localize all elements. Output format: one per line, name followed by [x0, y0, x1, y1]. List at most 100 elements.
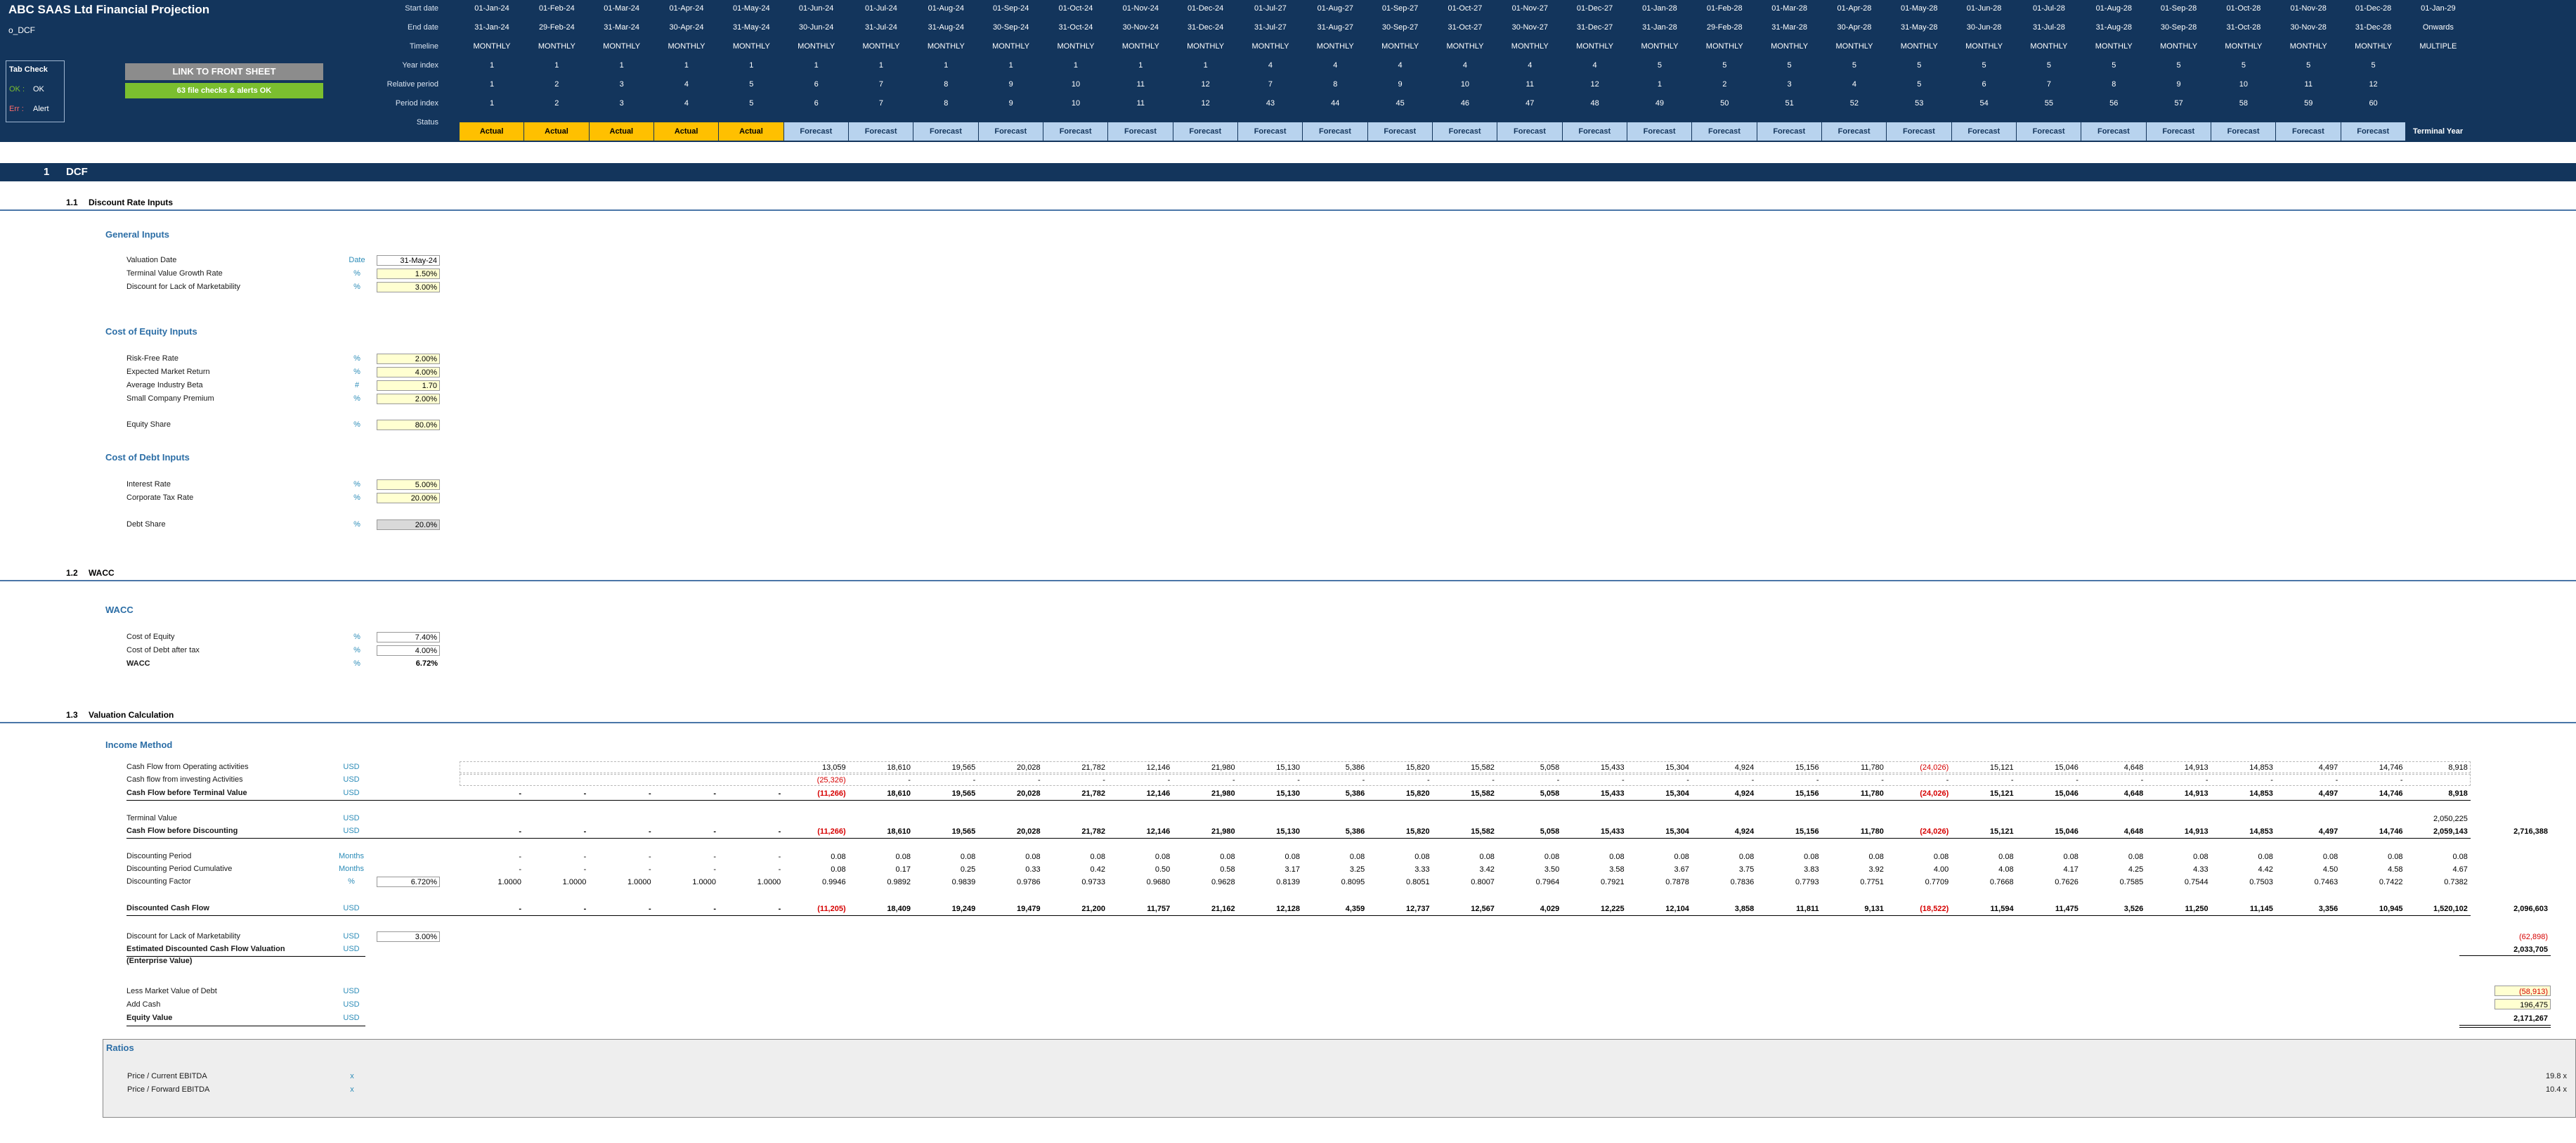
- status-cell: Forecast: [1562, 122, 1627, 141]
- relative-period-cell: 10: [1460, 80, 1470, 89]
- table-cell: 15,130: [1276, 763, 1300, 772]
- table-cell: 15,820: [1405, 827, 1430, 836]
- table-cell: 14,853: [2249, 763, 2273, 772]
- file-checks-status-button[interactable]: 63 file checks & alerts OK: [125, 83, 323, 98]
- tab-check-alert: Alert: [33, 105, 49, 113]
- table-cell: -: [1037, 776, 1041, 784]
- end-date-cell: 30-Apr-24: [669, 23, 704, 32]
- tab-check-ok-prefix: OK :: [9, 85, 25, 93]
- table-cell: 0.7626: [2055, 878, 2079, 886]
- subsection-number: 1.2: [66, 568, 78, 578]
- relative-period-cell: 9: [1008, 80, 1013, 89]
- table-cell: 15,582: [1471, 763, 1495, 772]
- tab-check-box: Tab Check OK : OK Err : Alert: [6, 60, 65, 122]
- link-to-front-sheet-button[interactable]: LINK TO FRONT SHEET: [125, 63, 323, 80]
- input-value-field[interactable]: 4.00%: [377, 645, 440, 656]
- relative-period-cell: 10: [2239, 80, 2249, 89]
- table-cell: 15,130: [1276, 789, 1300, 798]
- table-cell: 12,146: [1146, 827, 1171, 836]
- row-label: Less Market Value of Debt: [126, 987, 217, 995]
- unit-label: USD: [343, 763, 360, 771]
- table-cell: 0.08: [1933, 853, 1949, 861]
- timeline-type-cell: MONTHLY: [992, 42, 1030, 51]
- table-cell: 14,913: [2184, 763, 2209, 772]
- table-cell: 0.9680: [1146, 878, 1171, 886]
- unit-label: %: [353, 493, 360, 502]
- end-date-cell: 30-Jun-24: [798, 23, 834, 32]
- end-date-cell: 31-May-24: [733, 23, 770, 32]
- table-cell: 15,582: [1471, 789, 1495, 798]
- workbook-title: ABC SAAS Ltd Financial Projection: [8, 3, 210, 16]
- timeline-type-cell: MONTHLY: [2355, 42, 2393, 51]
- row-divider: [126, 915, 2471, 916]
- table-cell: 4,648: [2123, 763, 2144, 772]
- table-cell: 0.25: [960, 865, 976, 874]
- group-title: Ratios: [106, 1042, 134, 1053]
- table-cell: 0.08: [960, 853, 976, 861]
- timeline-type-cell: MONTHLY: [1641, 42, 1679, 51]
- table-cell: -: [648, 789, 651, 798]
- year-index-cell: 4: [1398, 61, 1403, 70]
- table-cell: 15,304: [1665, 763, 1689, 772]
- unit-label: USD: [343, 945, 360, 953]
- input-value-field[interactable]: 2.00%: [377, 394, 440, 404]
- start-date-cell: 01-Mar-24: [604, 4, 640, 13]
- table-cell: 0.08: [1998, 853, 2014, 861]
- input-value-field[interactable]: 1.70: [377, 380, 440, 391]
- input-value-field[interactable]: 1.50%: [377, 269, 440, 279]
- table-cell: 4.67: [2452, 865, 2468, 874]
- table-cell: 3.58: [1609, 865, 1625, 874]
- group-title: Cost of Debt Inputs: [105, 452, 190, 463]
- input-value-field[interactable]: 2.00%: [377, 354, 440, 364]
- input-value-field[interactable]: 5.00%: [377, 479, 440, 490]
- year-index-cell: 1: [1073, 61, 1079, 70]
- table-cell: -: [778, 853, 781, 861]
- period-index-cell: 2: [554, 99, 559, 108]
- table-cell: 1.0000: [562, 878, 587, 886]
- end-date-cell: 31-Mar-28: [1771, 23, 1807, 32]
- relative-period-cell: 11: [1136, 80, 1145, 89]
- table-cell: 12,146: [1146, 789, 1171, 798]
- unit-label: %: [353, 394, 360, 403]
- start-date-cell: 01-Jun-28: [1966, 4, 2002, 13]
- status-cell: Actual: [460, 122, 524, 141]
- input-value-field[interactable]: 7.40%: [377, 632, 440, 642]
- input-value-field[interactable]: 3.00%: [377, 282, 440, 292]
- table-cell: [524, 813, 589, 825]
- input-value-field[interactable]: 4.00%: [377, 367, 440, 377]
- section-number: 1: [44, 166, 50, 178]
- table-cell: [654, 761, 719, 774]
- table-cell: -: [1946, 776, 1949, 784]
- table-cell: (11,266): [817, 789, 846, 798]
- unit-label: x: [350, 1085, 354, 1094]
- year-index-cell: 5: [1657, 61, 1662, 70]
- input-value-field[interactable]: 20.00%: [377, 493, 440, 503]
- row-label: Terminal Value: [126, 814, 177, 822]
- equity-share-field[interactable]: 80.0%: [377, 420, 440, 430]
- table-cell: 15,304: [1665, 827, 1689, 836]
- input-value-field[interactable]: 31-May-24: [377, 255, 440, 266]
- start-date-cell: 01-Sep-28: [2160, 4, 2197, 13]
- table-cell: 15,820: [1405, 763, 1430, 772]
- end-date-cell: 30-Apr-28: [1837, 23, 1872, 32]
- timeline-type-cell: MONTHLY: [2030, 42, 2068, 51]
- relative-period-cell: 4: [684, 80, 689, 89]
- row-label: Discounted Cash Flow: [126, 904, 209, 912]
- timeline-type-cell: MONTHLY: [1121, 42, 1159, 51]
- timeline-type-cell: MONTHLY: [2225, 42, 2263, 51]
- table-cell: 0.08: [2322, 853, 2338, 861]
- table-cell: -: [583, 905, 587, 913]
- period-index-cell: 5: [749, 99, 754, 108]
- year-index-cell: 5: [2112, 61, 2116, 70]
- table-cell: 11,475: [2055, 905, 2079, 913]
- year-index-cell: 5: [2046, 61, 2051, 70]
- table-cell: [1822, 813, 1887, 825]
- period-index-cell: 1: [489, 99, 495, 108]
- period-index-cell: 54: [1979, 99, 1989, 108]
- period-index-cell: 10: [1071, 99, 1081, 108]
- start-date-cell: 01-Jul-24: [865, 4, 897, 13]
- table-cell: 1.0000: [497, 878, 521, 886]
- table-cell: 0.8051: [1405, 878, 1430, 886]
- year-index-cell: 1: [1203, 61, 1208, 70]
- table-cell: 21,162: [1211, 905, 1235, 913]
